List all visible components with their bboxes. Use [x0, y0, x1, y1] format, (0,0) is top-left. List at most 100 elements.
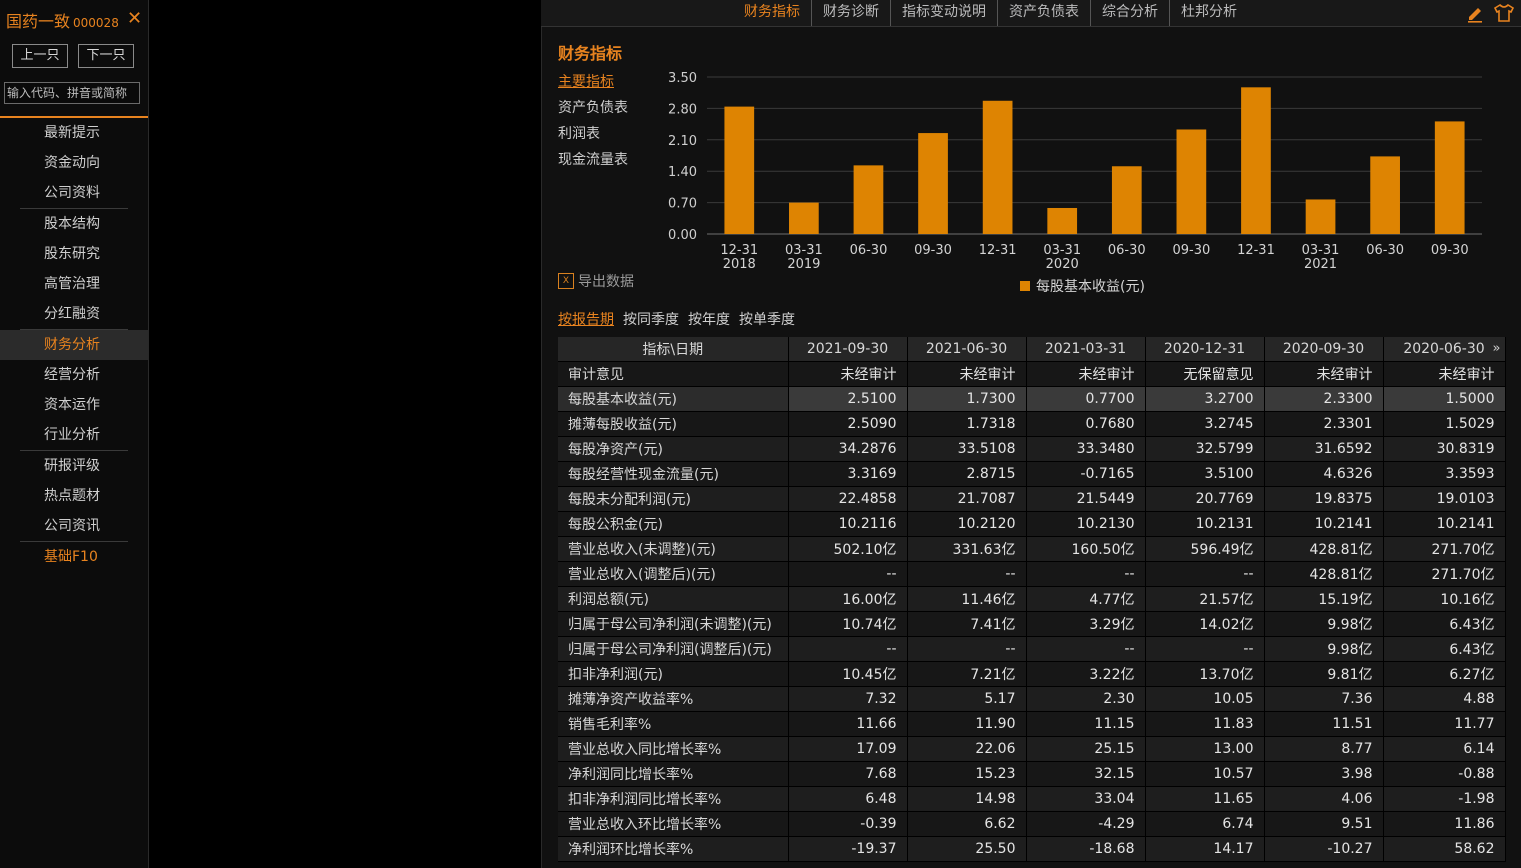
- cell-value: 271.70亿: [1383, 561, 1506, 587]
- sidebar-item[interactable]: 资金动向: [0, 148, 148, 178]
- stock-search-input[interactable]: [4, 82, 140, 104]
- more-columns-icon[interactable]: »: [1493, 341, 1501, 356]
- sidebar-item[interactable]: 研报评级: [0, 451, 148, 481]
- table-row[interactable]: 审计意见 未经审计 未经审计 未经审计 无保留意见 未经审计 未经审计: [558, 361, 1506, 387]
- table-row[interactable]: 净利润同比增长率% 7.68 15.23 32.15 10.57 3.98 -0.88: [558, 761, 1506, 787]
- table-row[interactable]: 营业总收入(调整后)(元) -- -- -- -- 428.81亿 271.70亿: [558, 561, 1506, 587]
- table-row[interactable]: 营业总收入(未调整)(元) 502.10亿 331.63亿 160.50亿 596.49…: [558, 536, 1506, 562]
- sidebar-item[interactable]: 基础F10: [0, 542, 148, 572]
- shirt-icon[interactable]: [1493, 3, 1515, 27]
- next-stock-button[interactable]: 下一只: [78, 44, 134, 68]
- bar[interactable]: [1241, 87, 1271, 234]
- table-row[interactable]: 销售毛利率% 11.66 11.90 11.15 11.83 11.51 11.77: [558, 711, 1506, 737]
- row-label: 营业总收入(调整后)(元): [558, 561, 789, 587]
- sidebar-item[interactable]: 资本运作: [0, 390, 148, 420]
- cell-value: 7.68: [788, 761, 908, 787]
- bar[interactable]: [1111, 166, 1142, 234]
- top-nav-tab[interactable]: 资产负债表: [998, 0, 1091, 26]
- bar[interactable]: [1176, 129, 1207, 234]
- export-data-button[interactable]: X 导出数据: [558, 271, 634, 291]
- prev-stock-button[interactable]: 上一只: [12, 44, 68, 68]
- top-nav-tab[interactable]: 综合分析: [1091, 0, 1170, 26]
- table-row[interactable]: 扣非净利润(元) 10.45亿 7.21亿 3.22亿 13.70亿 9.81亿 6.27亿: [558, 661, 1506, 687]
- cell-value: 1.7318: [907, 411, 1027, 437]
- top-nav-tab[interactable]: 杜邦分析: [1170, 0, 1248, 26]
- cell-value: 6.27亿: [1383, 661, 1506, 687]
- bar[interactable]: [1434, 121, 1465, 234]
- sidebar-item[interactable]: 热点题材: [0, 481, 148, 511]
- cell-value: 7.32: [788, 686, 908, 712]
- x-tick-label: 03-31: [1302, 243, 1340, 258]
- cell-value: 7.21亿: [907, 661, 1027, 687]
- sub-menu-item[interactable]: 资产负债表: [558, 95, 628, 121]
- sidebar-item[interactable]: 股东研究: [0, 239, 148, 269]
- table-row[interactable]: 营业总收入同比增长率% 17.09 22.06 25.15 13.00 8.77 6.14: [558, 736, 1506, 762]
- edit-icon[interactable]: [1465, 3, 1485, 27]
- close-icon[interactable]: ✕: [127, 8, 142, 29]
- cell-value: 25.50: [907, 836, 1027, 862]
- sidebar-item[interactable]: 财务分析: [0, 330, 148, 360]
- table-row[interactable]: 净利润环比增长率% -19.37 25.50 -18.68 14.17 -10.27 58.…: [558, 836, 1506, 862]
- period-tab[interactable]: 按年度: [688, 309, 730, 329]
- table-row[interactable]: 利润总额(元) 16.00亿 11.46亿 4.77亿 21.57亿 15.19亿 10.1…: [558, 586, 1506, 612]
- row-label: 审计意见: [558, 361, 789, 387]
- cell-value: 3.29亿: [1026, 611, 1146, 637]
- cell-value: 未经审计: [788, 361, 908, 387]
- table-header-date: 2021-09-30: [788, 337, 908, 362]
- table-row[interactable]: 扣非净利润同比增长率% 6.48 14.98 33.04 11.65 4.06 -1.98: [558, 786, 1506, 812]
- sidebar-item[interactable]: 高管治理: [0, 269, 148, 299]
- cell-value: 20.7769: [1145, 486, 1265, 512]
- bar[interactable]: [1370, 156, 1400, 234]
- table-row[interactable]: 每股基本收益(元) 2.5100 1.7300 0.7700 3.2700 2.3300 1…: [558, 386, 1506, 412]
- sub-menu-item[interactable]: 主要指标: [558, 69, 628, 95]
- table-row[interactable]: 归属于母公司净利润(调整后)(元) -- -- -- -- 9.98亿 6.43亿: [558, 636, 1506, 662]
- sidebar-item[interactable]: 最新提示: [0, 118, 148, 148]
- top-nav-tab[interactable]: 财务指标: [733, 0, 812, 26]
- bar[interactable]: [1047, 207, 1078, 234]
- sidebar-item[interactable]: 行业分析: [0, 420, 148, 450]
- legend-label: 每股基本收益(元): [1036, 278, 1145, 295]
- bar[interactable]: [918, 133, 948, 234]
- bar[interactable]: [789, 202, 819, 234]
- bar[interactable]: [1305, 199, 1336, 234]
- bar[interactable]: [724, 106, 755, 234]
- row-label: 归属于母公司净利润(调整后)(元): [558, 636, 789, 662]
- table-row[interactable]: 摊薄净资产收益率% 7.32 5.17 2.30 10.05 7.36 4.88: [558, 686, 1506, 712]
- sidebar-item[interactable]: 公司资料: [0, 178, 148, 208]
- excel-icon: X: [558, 273, 574, 289]
- cell-value: --: [788, 636, 908, 662]
- top-nav-tab[interactable]: 财务诊断: [812, 0, 891, 26]
- cell-value: 33.04: [1026, 786, 1146, 812]
- sub-menu-item[interactable]: 现金流量表: [558, 147, 628, 173]
- sub-menu: 主要指标 资产负债表 利润表 现金流量表: [558, 69, 628, 173]
- table-row[interactable]: 归属于母公司净利润(未调整)(元) 10.74亿 7.41亿 3.29亿 14.02亿 9…: [558, 611, 1506, 637]
- left-sidebar: 国药一致000028 ✕ 上一只 下一只 最新提示资金动向公司资料股本结构股东研…: [0, 0, 149, 868]
- section-title: 财务指标: [558, 44, 623, 63]
- table-row[interactable]: 每股经营性现金流量(元) 3.3169 2.8715 -0.7165 3.5100 4.6…: [558, 461, 1506, 487]
- period-tab[interactable]: 按单季度: [739, 309, 795, 329]
- sidebar-item[interactable]: 经营分析: [0, 360, 148, 390]
- table-row[interactable]: 每股公积金(元) 10.2116 10.2120 10.2130 10.2131 10.2…: [558, 511, 1506, 537]
- x-tick-label: 03-31: [1043, 243, 1081, 258]
- sidebar-item[interactable]: 股本结构: [0, 209, 148, 239]
- table-row[interactable]: 摊薄每股收益(元) 2.5090 1.7318 0.7680 3.2745 2.3301 1…: [558, 411, 1506, 437]
- period-tab[interactable]: 按同季度: [623, 309, 679, 329]
- table-row[interactable]: 每股未分配利润(元) 22.4858 21.7087 21.5449 20.7769 19…: [558, 486, 1506, 512]
- top-nav-tab[interactable]: 指标变动说明: [891, 0, 998, 26]
- cell-value: -0.7165: [1026, 461, 1146, 487]
- sidebar-item[interactable]: 公司资讯: [0, 511, 148, 541]
- sub-menu-item[interactable]: 利润表: [558, 121, 628, 147]
- table-row[interactable]: 营业总收入环比增长率% -0.39 6.62 -4.29 6.74 9.51 11.86: [558, 811, 1506, 837]
- row-label: 每股净资产(元): [558, 436, 789, 462]
- sidebar-item[interactable]: 分红融资: [0, 299, 148, 329]
- legend-swatch: [1020, 281, 1030, 291]
- table-row[interactable]: 每股净资产(元) 34.2876 33.5108 33.3480 32.5799 31.6…: [558, 436, 1506, 462]
- cell-value: 1.5000: [1383, 386, 1506, 412]
- bar[interactable]: [853, 165, 884, 234]
- x-tick-label: 12-31: [979, 243, 1017, 258]
- period-tab[interactable]: 按报告期: [558, 309, 614, 329]
- cell-value: 6.43亿: [1383, 611, 1506, 637]
- cell-value: 14.98: [907, 786, 1027, 812]
- row-label: 净利润同比增长率%: [558, 761, 789, 787]
- bar[interactable]: [982, 100, 1013, 234]
